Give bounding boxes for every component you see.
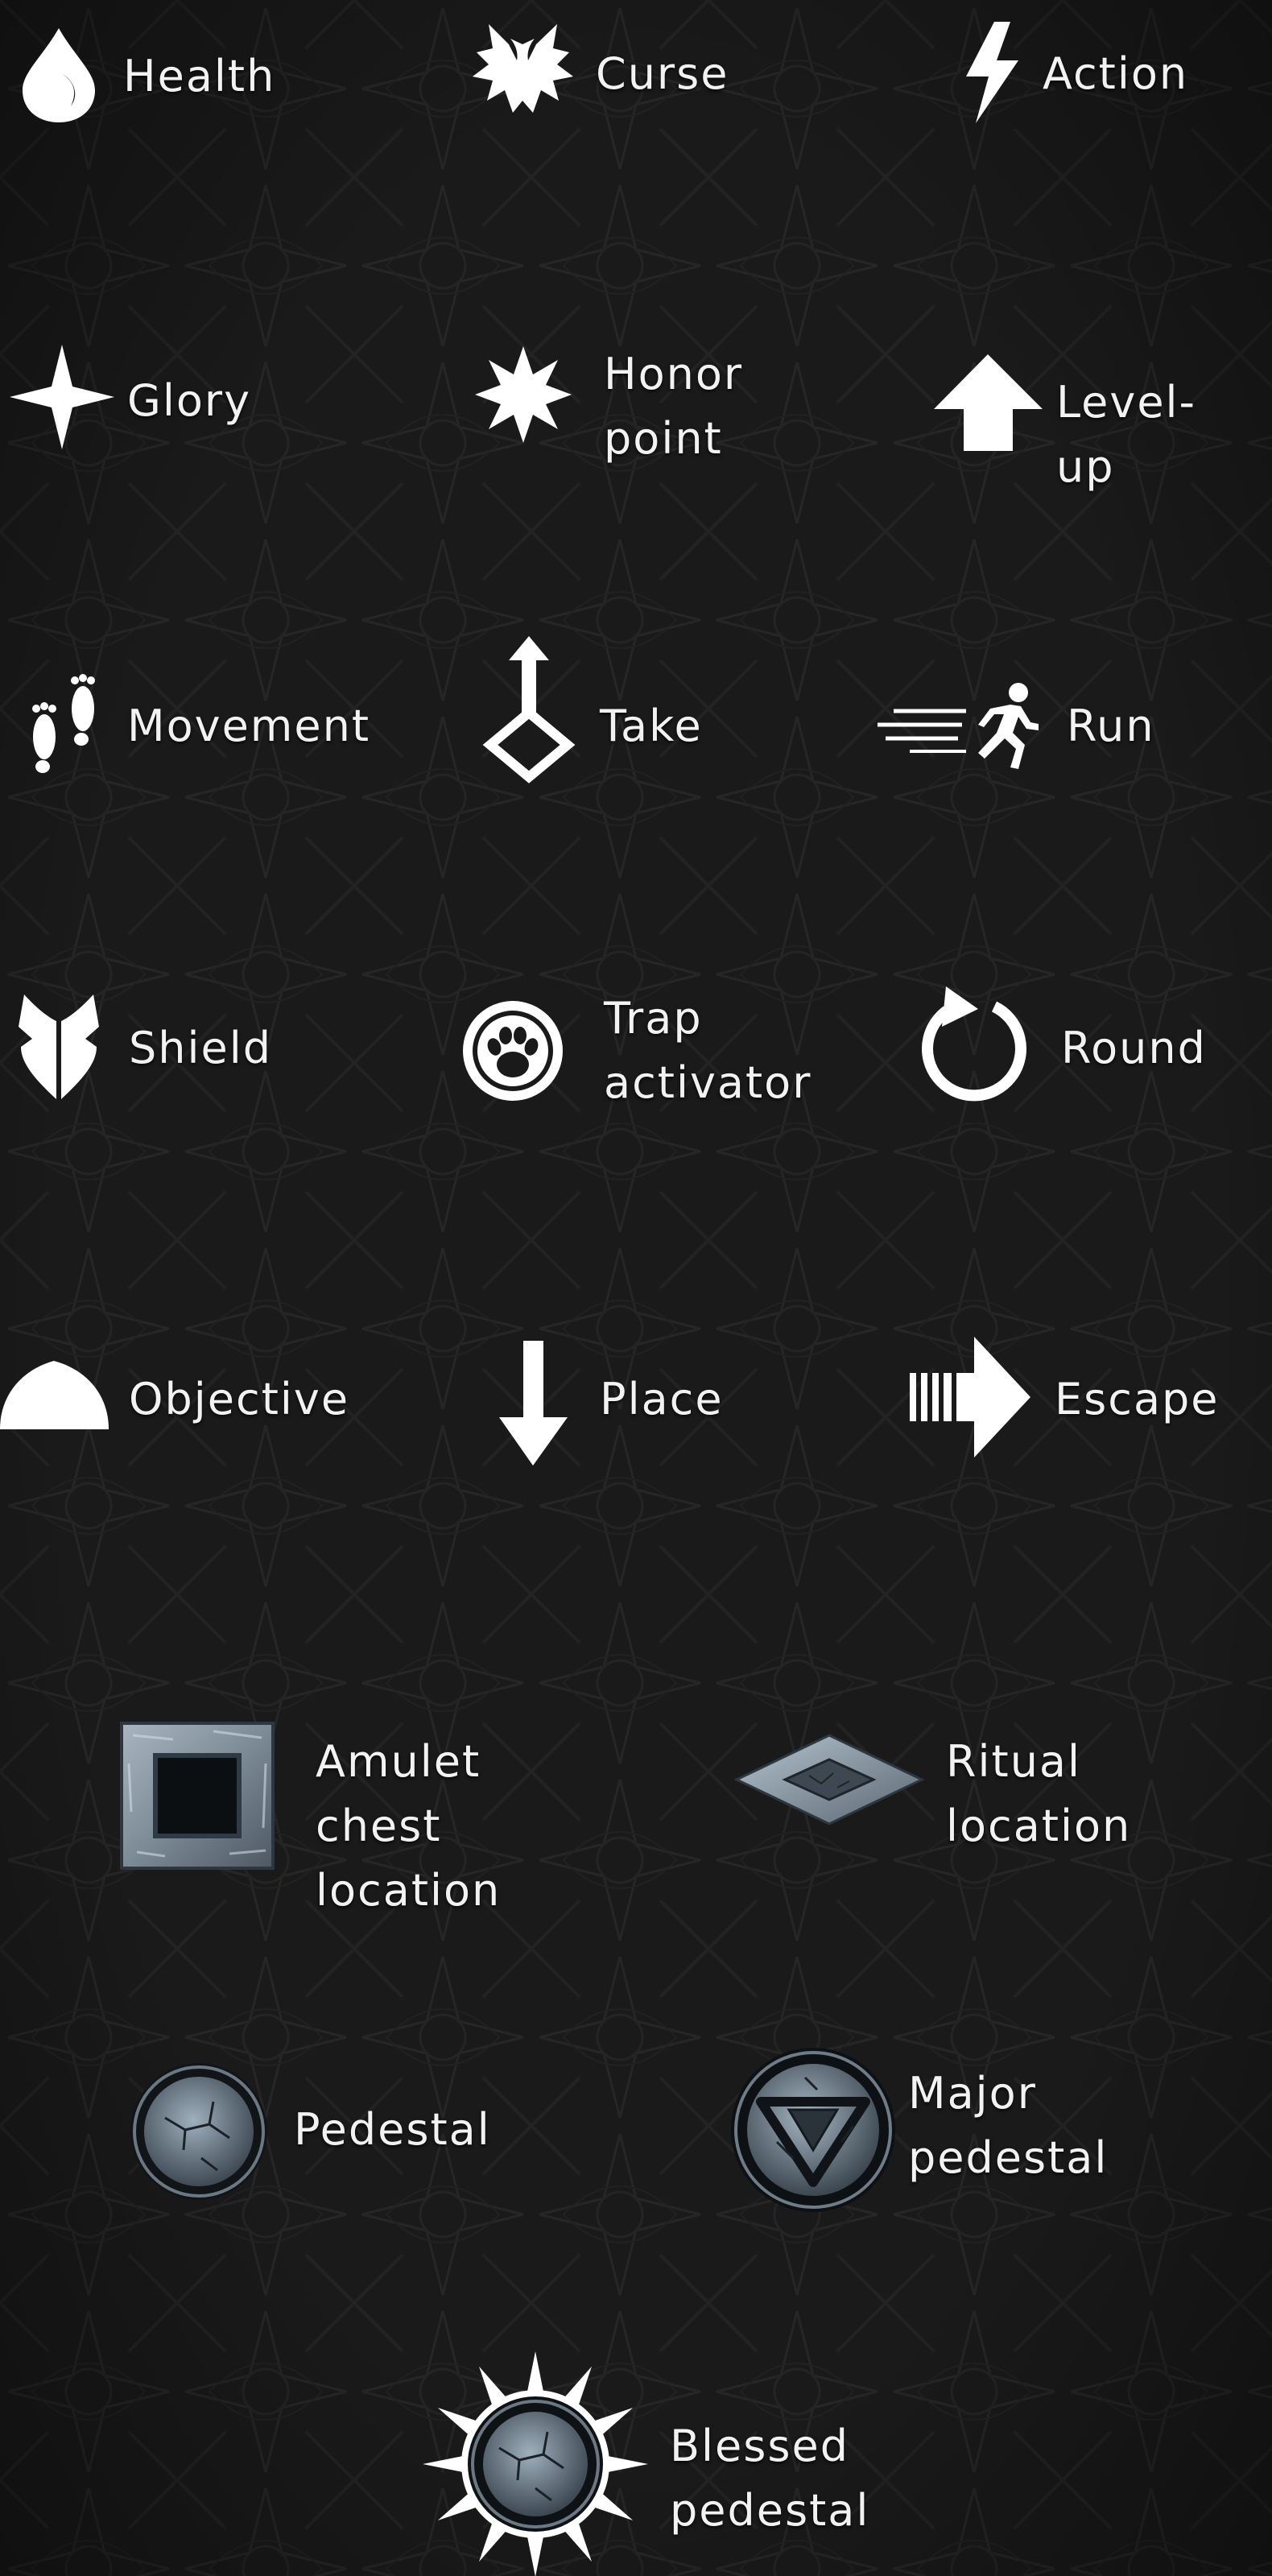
legend-label-take: Take [600,701,703,751]
legend-label-amulet: Amulet chest location [316,1736,502,1916]
up-arrow-icon [934,354,1043,451]
down-arrow-icon [499,1341,568,1466]
droplet-icon [23,28,95,122]
pedestal-icon [130,2063,267,2200]
legend-label-honor: Honor point [604,349,744,464]
legend-label-place: Place [600,1374,724,1424]
legend-label-glory: Glory [127,375,252,426]
blessed-pedestal-icon [423,2351,648,2576]
legend-label-ritual: Ritual location [946,1736,1132,1851]
curse-icon [473,24,573,113]
legend-label-run: Run [1067,701,1155,751]
legend-label-round: Round [1061,1023,1207,1073]
legend-label-movement: Movement [127,701,371,751]
shield-icon [19,994,99,1099]
round-arrow-icon [922,986,1026,1102]
paw-icon [463,1001,563,1101]
stone-diamond-icon [733,1734,925,1826]
legend-label-trap: Trap activator [604,993,812,1108]
legend-label-levelup: Level-up [1056,377,1197,492]
footprints-icon [32,674,95,773]
legend-label-action: Action [1043,48,1189,99]
legend-label-curse: Curse [596,48,729,99]
major-pedestal-icon [731,2048,895,2212]
take-icon [482,636,576,784]
escape-arrow-icon [910,1337,1030,1458]
starburst-icon [475,346,572,443]
legend-label-major: Major pedestal [908,2068,1109,2183]
runner-icon [878,683,1039,769]
legend-label-escape: Escape [1055,1374,1220,1424]
legend-label-shield: Shield [129,1023,273,1073]
stone-frame-icon [120,1722,275,1870]
legend-label-health: Health [123,51,276,101]
legend-label-objective: Objective [129,1374,350,1424]
lightning-icon [966,22,1018,123]
legend-label-pedestal: Pedestal [294,2104,491,2155]
dome-icon [0,1361,109,1429]
four-point-star-icon [10,345,114,449]
legend-label-blessed: Blessed pedestal [670,2421,870,2536]
